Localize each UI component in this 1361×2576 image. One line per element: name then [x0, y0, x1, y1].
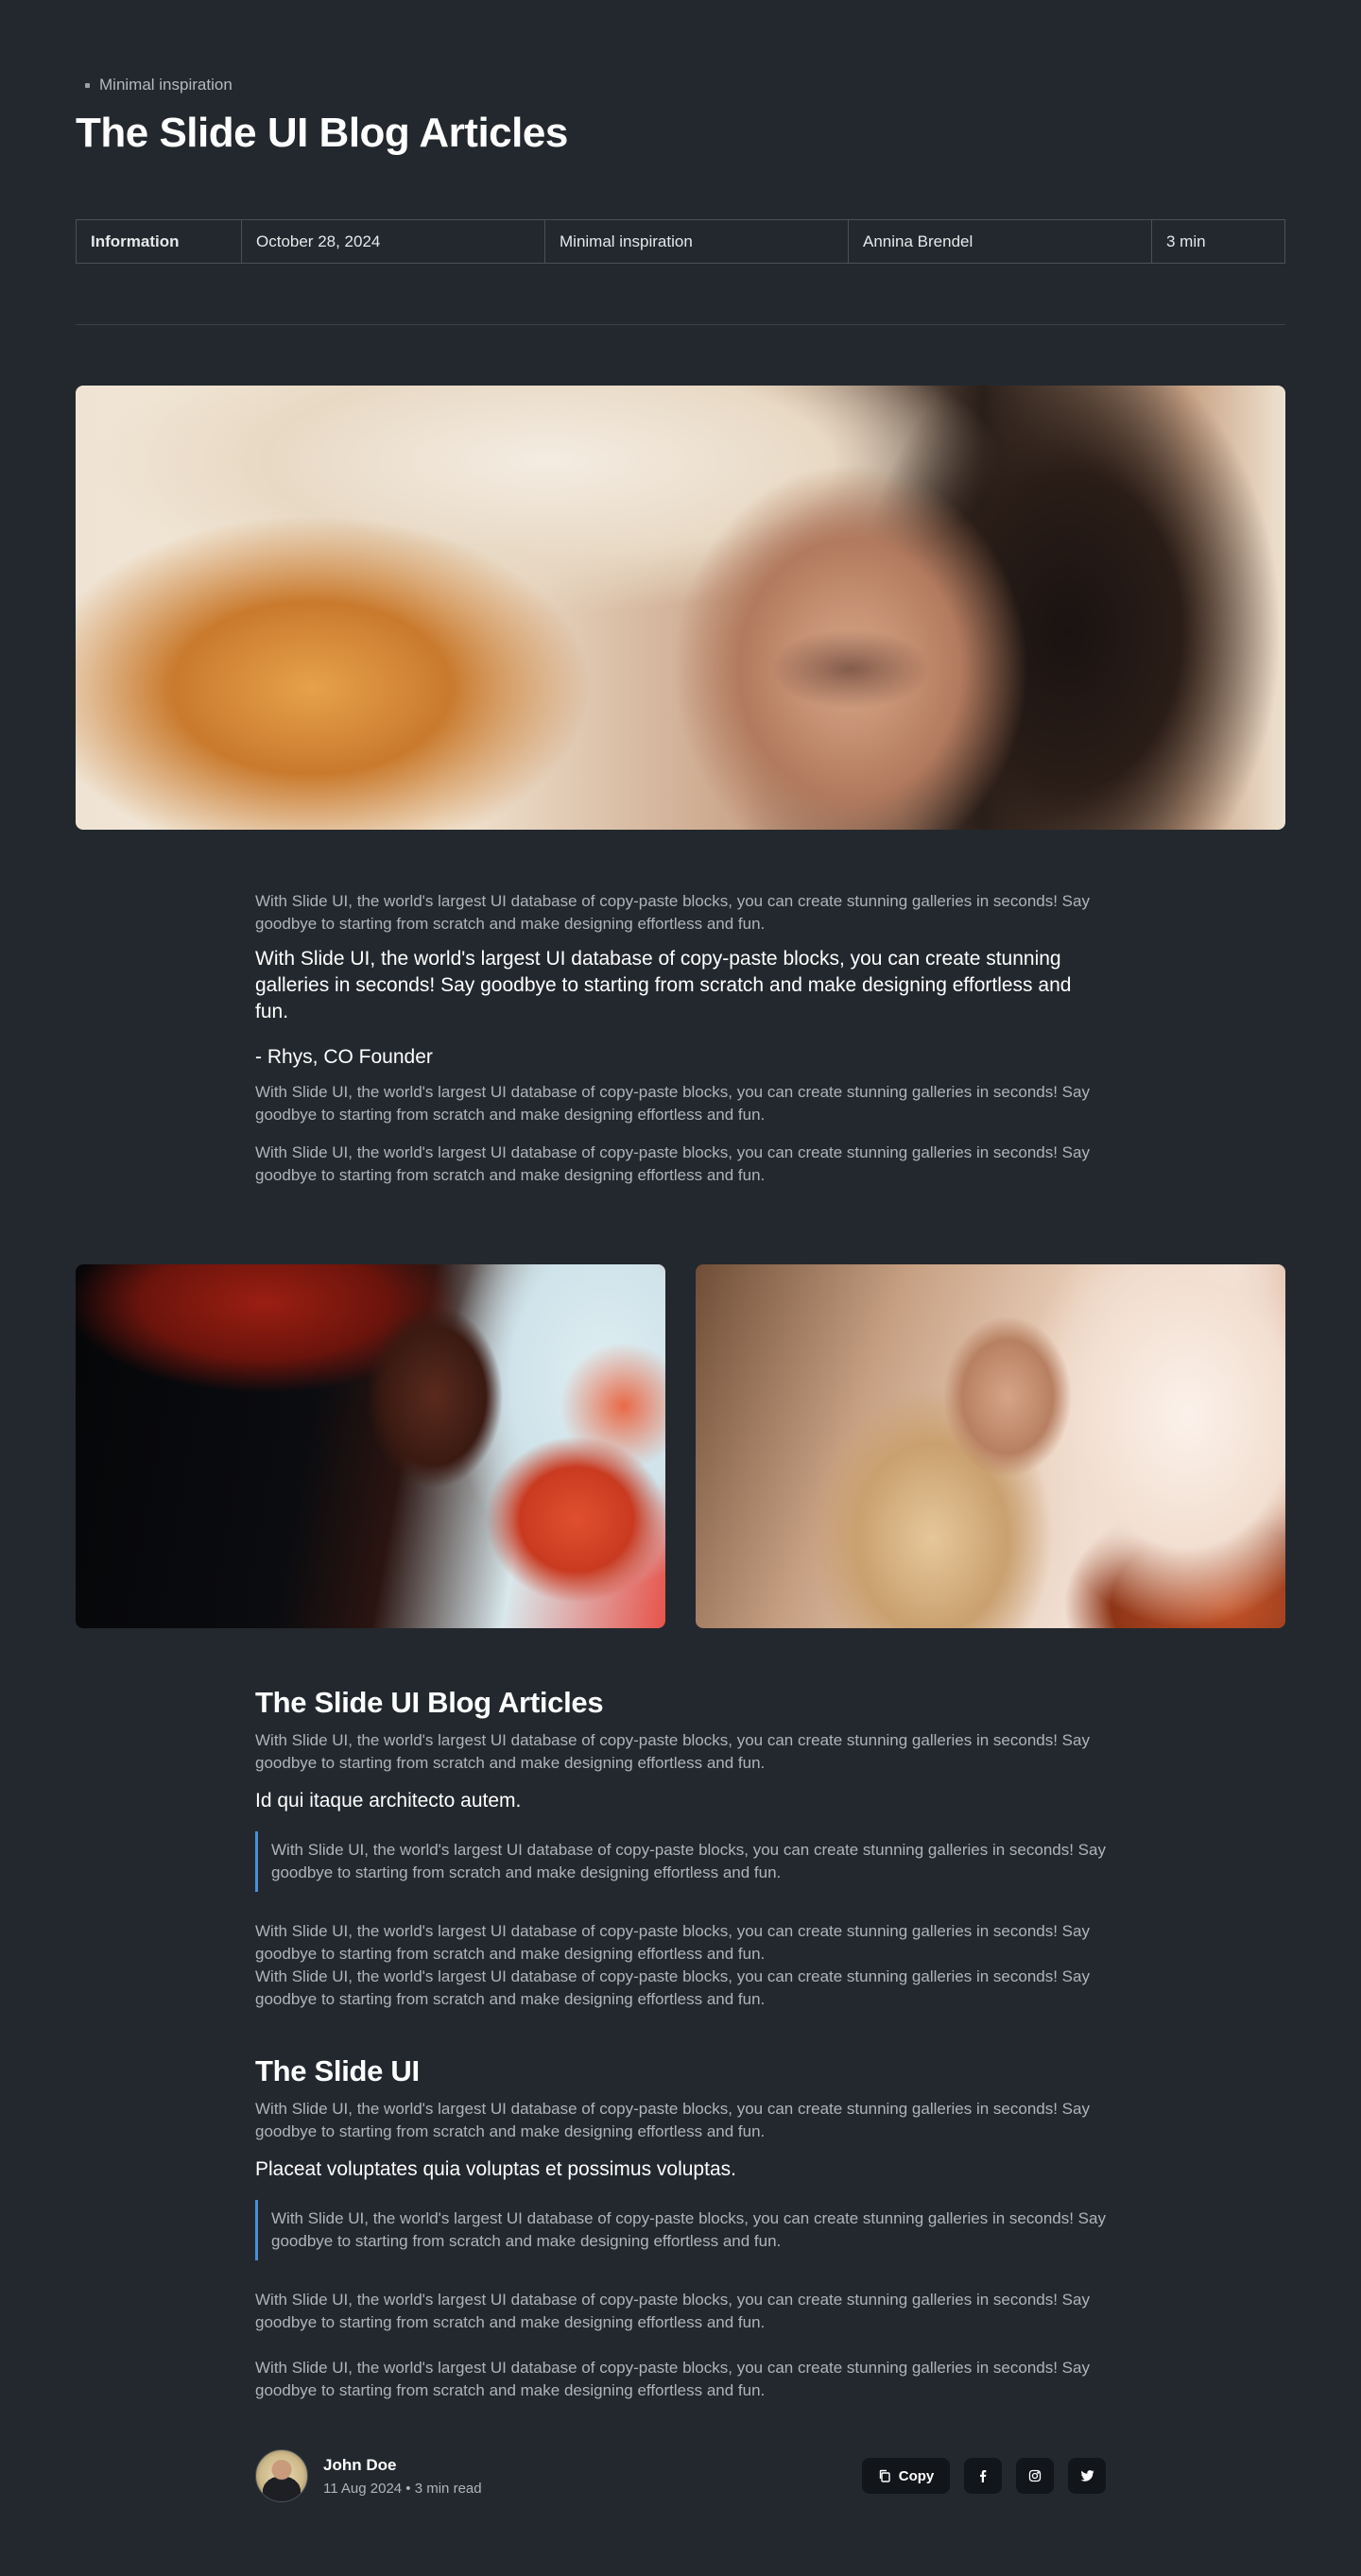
author-date-readtime: 11 Aug 2024 • 3 min read [323, 2480, 482, 2497]
quote-attribution: - Rhys, CO Founder [255, 1046, 433, 1068]
info-author: Annina Brendel [849, 220, 1152, 263]
article-intro: With Slide UI, the world's largest UI da… [255, 890, 1106, 1187]
body-paragraph: With Slide UI, the world's largest UI da… [255, 1967, 1090, 2008]
facebook-icon [976, 2469, 990, 2482]
breadcrumb: Minimal inspiration [76, 76, 1285, 94]
gallery-image-left [76, 1264, 665, 1628]
instagram-button[interactable] [1016, 2458, 1054, 2494]
info-label: Information [77, 220, 242, 263]
info-table: Information October 28, 2024 Minimal ins… [76, 219, 1285, 264]
body-paragraph: With Slide UI, the world's largest UI da… [255, 1143, 1090, 1184]
blockquote: With Slide UI, the world's largest UI da… [255, 2200, 1106, 2260]
copy-button[interactable]: Copy [862, 2458, 950, 2494]
section-paragraph: With Slide UI, the world's largest UI da… [255, 1731, 1090, 1772]
article-section-2: The Slide UI With Slide UI, the world's … [255, 2054, 1106, 2402]
page-title: The Slide UI Blog Articles [76, 110, 568, 156]
body-paragraph: With Slide UI, the world's largest UI da… [255, 1083, 1090, 1124]
instagram-icon [1028, 2469, 1042, 2482]
bullet-icon [85, 82, 90, 88]
article-section-1: The Slide UI Blog Articles With Slide UI… [255, 1686, 1106, 2011]
twitter-button[interactable] [1068, 2458, 1106, 2494]
section-title: The Slide UI [255, 2054, 420, 2087]
section-title: The Slide UI Blog Articles [255, 1686, 604, 1719]
breadcrumb-link[interactable]: Minimal inspiration [99, 76, 233, 94]
section-subtitle: Placeat voluptates quia voluptas et poss… [255, 2158, 736, 2180]
gallery-image-right [696, 1264, 1285, 1628]
section-paragraph: With Slide UI, the world's largest UI da… [255, 2100, 1090, 2140]
image-pair [76, 1264, 1285, 1628]
facebook-button[interactable] [964, 2458, 1002, 2494]
twitter-icon [1080, 2469, 1094, 2482]
author-bar: John Doe 11 Aug 2024 • 3 min read Copy [255, 2447, 1106, 2504]
info-category: Minimal inspiration [545, 220, 849, 263]
info-read-time: 3 min [1166, 232, 1206, 250]
intro-paragraph: With Slide UI, the world's largest UI da… [255, 892, 1090, 933]
author-meta: John Doe 11 Aug 2024 • 3 min read [323, 2456, 482, 2497]
section-subtitle: Id qui itaque architecto autem. [255, 1790, 522, 1812]
lead-paragraph: With Slide UI, the world's largest UI da… [255, 948, 1072, 1022]
body-paragraph: With Slide UI, the world's largest UI da… [255, 2359, 1090, 2399]
copy-icon [878, 2469, 891, 2482]
share-actions: Copy [862, 2458, 1106, 2494]
body-paragraph: With Slide UI, the world's largest UI da… [255, 1922, 1090, 1963]
info-date: October 28, 2024 [242, 220, 545, 263]
hero-image [76, 386, 1285, 830]
copy-label: Copy [898, 2467, 935, 2484]
blockquote: With Slide UI, the world's largest UI da… [255, 1831, 1106, 1892]
body-paragraph: With Slide UI, the world's largest UI da… [255, 2291, 1090, 2331]
author-name[interactable]: John Doe [323, 2456, 482, 2475]
avatar[interactable] [255, 2449, 308, 2502]
divider [76, 324, 1285, 325]
